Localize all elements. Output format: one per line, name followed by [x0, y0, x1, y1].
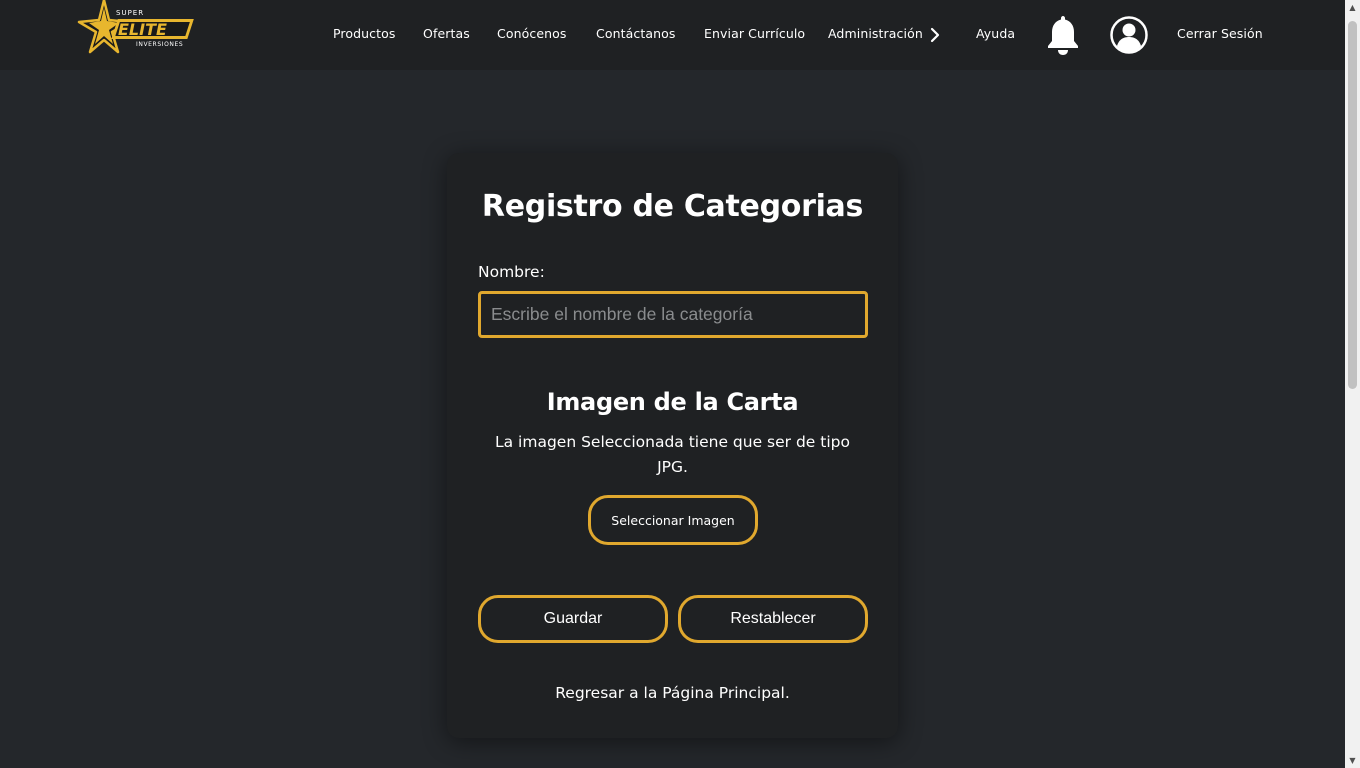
nav-conocenos[interactable]: Conócenos — [497, 26, 567, 41]
save-button[interactable]: Guardar — [478, 595, 668, 643]
bell-icon[interactable] — [1045, 14, 1081, 56]
page-scrollbar[interactable]: ▲ ▼ — [1345, 0, 1360, 768]
category-name-input[interactable] — [478, 291, 868, 338]
image-section-description: La imagen Seleccionada tiene que ser de … — [495, 433, 850, 476]
brand-logo[interactable]: ELITE SUPER INVERSIONES — [74, 0, 204, 60]
nav-enviar-curriculo[interactable]: Enviar Currículo — [704, 26, 805, 41]
nav-ayuda[interactable]: Ayuda — [976, 26, 1015, 41]
select-image-button[interactable]: Seleccionar Imagen — [588, 495, 758, 545]
nav-ofertas[interactable]: Ofertas — [423, 26, 470, 41]
logout-link[interactable]: Cerrar Sesión — [1177, 26, 1263, 41]
logo-bottom-text: INVERSIONES — [136, 41, 183, 48]
logo-image: ELITE SUPER INVERSIONES — [77, 0, 194, 54]
image-section-title: Imagen de la Carta — [546, 388, 799, 416]
nav-productos[interactable]: Productos — [333, 26, 396, 41]
top-navbar: ELITE SUPER INVERSIONES Productos Oferta… — [0, 0, 1345, 70]
logo-main-text: ELITE — [118, 20, 167, 39]
scroll-thumb[interactable] — [1348, 21, 1357, 389]
name-label: Nombre: — [478, 263, 545, 281]
scroll-up-arrow-icon[interactable]: ▲ — [1345, 0, 1360, 15]
chevron-right-icon[interactable] — [928, 26, 942, 44]
category-form-card: Registro de Categorias Nombre: Imagen de… — [447, 153, 898, 738]
page-title: Registro de Categorias — [481, 189, 864, 224]
nav-contactanos[interactable]: Contáctanos — [596, 26, 675, 41]
back-to-home-link[interactable]: Regresar a la Página Principal. — [447, 684, 898, 702]
user-circle-icon[interactable] — [1109, 15, 1149, 55]
nav-administracion[interactable]: Administración — [828, 26, 923, 41]
scroll-down-arrow-icon[interactable]: ▼ — [1345, 753, 1360, 768]
reset-button[interactable]: Restablecer — [678, 595, 868, 643]
logo-top-text: SUPER — [116, 9, 144, 17]
